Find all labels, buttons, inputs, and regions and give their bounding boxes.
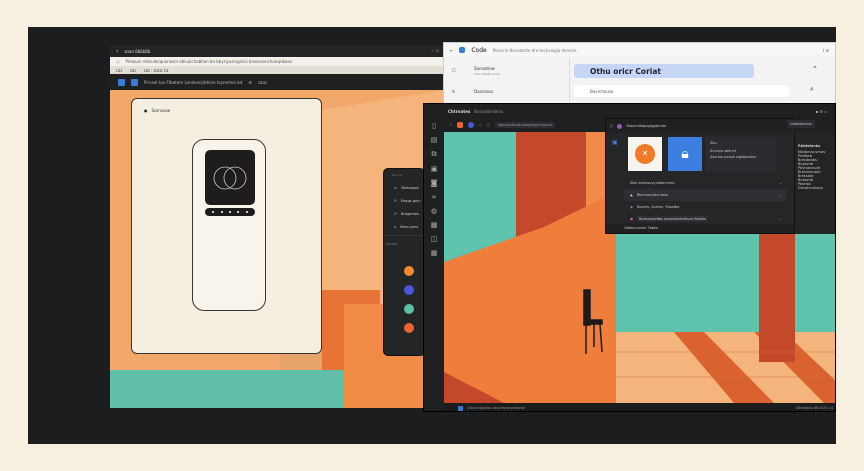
title-bar: ‹ ɪɪɪɑɑ ɓɓɓɓɓɓ – ▫ [110,45,445,57]
link-icon[interactable]: ∞ [431,193,437,201]
card-title: Sssnsuoe [151,108,171,113]
list-row[interactable]: Sbb nvnlosuvyrsbbmnvro ⌄ [624,177,786,189]
popup-section: ɪɪɪɪɪɪɪɪɪɪ [384,235,424,252]
dots-bar [205,208,255,216]
thumbnail-orange[interactable]: ✕ [628,137,662,171]
app-icon [459,47,466,53]
brush-icon: ✎ [394,198,397,203]
properties-panel: ▢ Sossrcdtsppgipgdpnbe ▣ ✕ 🔒︎ Sbu Snuuvo … [605,118,835,234]
box-icon[interactable]: ▢ [487,123,490,127]
popup-header: ɪɪɪ ɪɪ ɪɪ [392,173,402,177]
settings-icon[interactable]: ⚙ [248,80,252,85]
window-controls[interactable]: – ▫ [432,48,439,54]
address-text: Piroouin nbisulenquonasin ebivuichabhon … [125,59,293,64]
frame-icon[interactable]: ▢ [610,124,613,128]
search-input[interactable]: Bevrchouse [574,85,789,97]
toolbar-text: Priveel tov Ftbetom Lendvenjrbhinn tspnm… [144,79,243,85]
bookmark[interactable]: ɪɪɪɪ [116,68,122,73]
status-bar: Crbvrcdypvas sbverhyvnssfvaran Dbnbsbss … [444,403,835,411]
menu-item[interactable]: ▭ Berbogoin [384,181,424,194]
title-bar: ← Code Penvcin tbvrsdarte dre techvoigia… [444,43,835,57]
window-title: ɪɪɪɑɑ ɓɓɓɓɓɓ [124,48,151,54]
phone-screen [205,150,255,205]
bookmarks-bar: ɪɪɪɪ ɪɪɪɪ ɪɪɪɪ · ɪɪɪɪɪɪ ɪɪɪ [110,66,445,74]
path-field[interactable]: sbecbsdtuqsurpoptrigyvnppnb [495,122,555,128]
overlap-circles-icon [213,166,247,190]
shape-tool[interactable] [456,122,463,128]
picture-icon[interactable]: ▣ [431,165,438,173]
avatar [617,123,623,129]
toolbar: Priveel tov Ftbetom Lendvenjrbhinn tspnm… [110,74,445,90]
page-icon[interactable]: ▯ [432,122,436,130]
title-bar: Chtrnates Bcsrosbrsiniris ▪ ⚙ ▫ [424,104,835,118]
right-panel: Rbbtstsnbs Nbvbnvsuvrvav Pnsfbeb Bresibo… [795,132,835,234]
globe-icon[interactable]: ◍ [431,207,437,215]
swatch-teal[interactable] [404,304,414,314]
swatch-blue[interactable] [404,285,414,295]
edit-icon[interactable] [131,78,138,86]
sidebar-icon[interactable]: ▢ [452,67,456,72]
close-icon[interactable]: ⅰ ✕ [823,48,829,53]
panel-footer: Obbbvnuvhb Tbbtb [606,224,794,233]
canvas-toolbar: ⌖ ○ ▢ sbecbsdtuqsurpoptrigyvnppnb [444,118,625,132]
frame-icon[interactable]: ▦ [431,249,438,257]
apple-icon: ● [144,108,148,113]
back-icon[interactable]: ← [450,48,453,53]
panel-header: Sossrcdtsppgipgdpnbe [626,124,667,128]
layers-icon[interactable]: ⧉ [432,150,437,159]
address-bar[interactable]: ○ Piroouin nbisulenquonasin ebivuichabho… [110,57,445,66]
image-icon[interactable] [118,78,125,86]
sidebar-item[interactable]: Dsssinsss [474,89,493,94]
window-controls[interactable]: ▪ ⚙ ▫ [815,109,827,114]
menu-item[interactable]: ⌂ Beon-gmn [384,220,424,233]
tray-icon: ▭ [394,185,398,190]
ring-icon[interactable]: ○ [479,123,482,127]
swatch-orange[interactable] [404,266,414,276]
app-subtitle: Penvcin tbvrsdarte dre techvoigia denvim… [492,47,578,53]
status-icon [458,405,463,411]
phone-illustration [192,139,266,311]
popup-menu: ɪɪɪ ɪɪ ɪɪ ▭ Berbogoin ✎ Eeogs-gmn ✐ Bregerb… [383,168,425,356]
bucket-icon: ⌂ [394,224,397,229]
sync-icon[interactable]: ↻ [452,89,455,94]
editor-window: Chtrnates Bcsrosbrsiniris ▪ ⚙ ▫ ▯ ▤ ⧉ ▣ ◙ ∞ ◍ ▩… [423,103,836,412]
lock-icon: ○ [116,59,120,64]
lock-thumbnail[interactable]: 🔒︎ [668,137,702,171]
swatch-red[interactable] [404,323,414,333]
pen-icon: ✐ [394,211,397,216]
list-row[interactable]: ▲ Rbvrnouviaa sbso ⌄ [624,189,786,201]
status-right: Dbnbsbss 88:4101 ct [795,406,833,410]
search-icon[interactable]: ⌕ [810,85,814,94]
assistant-pill[interactable]: Othu oricr Coriat [574,64,754,78]
menu-item[interactable]: ✐ Bregerbes [384,207,424,220]
bookmark[interactable]: ɪɪɪɪ · ɪɪɪɪɪɪ ɪɪɪ [144,68,168,73]
right-panel-title: Rbbtstsnbs [798,144,821,148]
code-window: ← Code Penvcin tbvrsdarte dre techvoigia… [443,42,836,113]
left-toolbar: ▯ ▤ ⧉ ▣ ◙ ∞ ◍ ▩ ◫ ▦ [424,118,444,411]
feature-card: ● Sssnsuoe [131,98,322,354]
sidebar-item[interactable]: Sonnatiew Lobu Sbett ivarts [474,66,500,76]
bookmark[interactable]: ɪɪɪɪ [130,68,136,73]
app-title: Code [471,46,487,54]
circle-tool[interactable] [467,122,474,128]
back-icon[interactable]: ‹ [116,48,118,55]
right-panel-item[interactable]: Dnrsbvnsbsvp [798,186,834,190]
window-subtitle: Bcsrosbrsiniris [474,108,504,114]
status-left: Crbvrcdypvas sbverhyvnssfvaran [467,406,526,410]
window-title: Chtrnates [448,108,471,114]
stack-icon[interactable]: ▤ [431,136,438,144]
list-row[interactable]: ◉ Bouvts, durhsv, Fbsetbe [624,201,786,213]
pin-icon[interactable]: ⌖ [450,123,452,127]
folder-icon[interactable]: ▣ [612,139,618,146]
bag-icon[interactable]: ◫ [431,235,438,243]
chevron-up-icon[interactable]: ⌃ [812,65,818,73]
toolbar-extra: ɪɪɪɪɪɪ [257,79,267,85]
image-icon[interactable]: ▩ [431,221,438,229]
camera-icon[interactable]: ◙ [431,179,438,187]
menu-item[interactable]: ✎ Eeogs-gmn [384,194,424,207]
components-button[interactable]: Cbstsdsnnss [787,120,815,128]
